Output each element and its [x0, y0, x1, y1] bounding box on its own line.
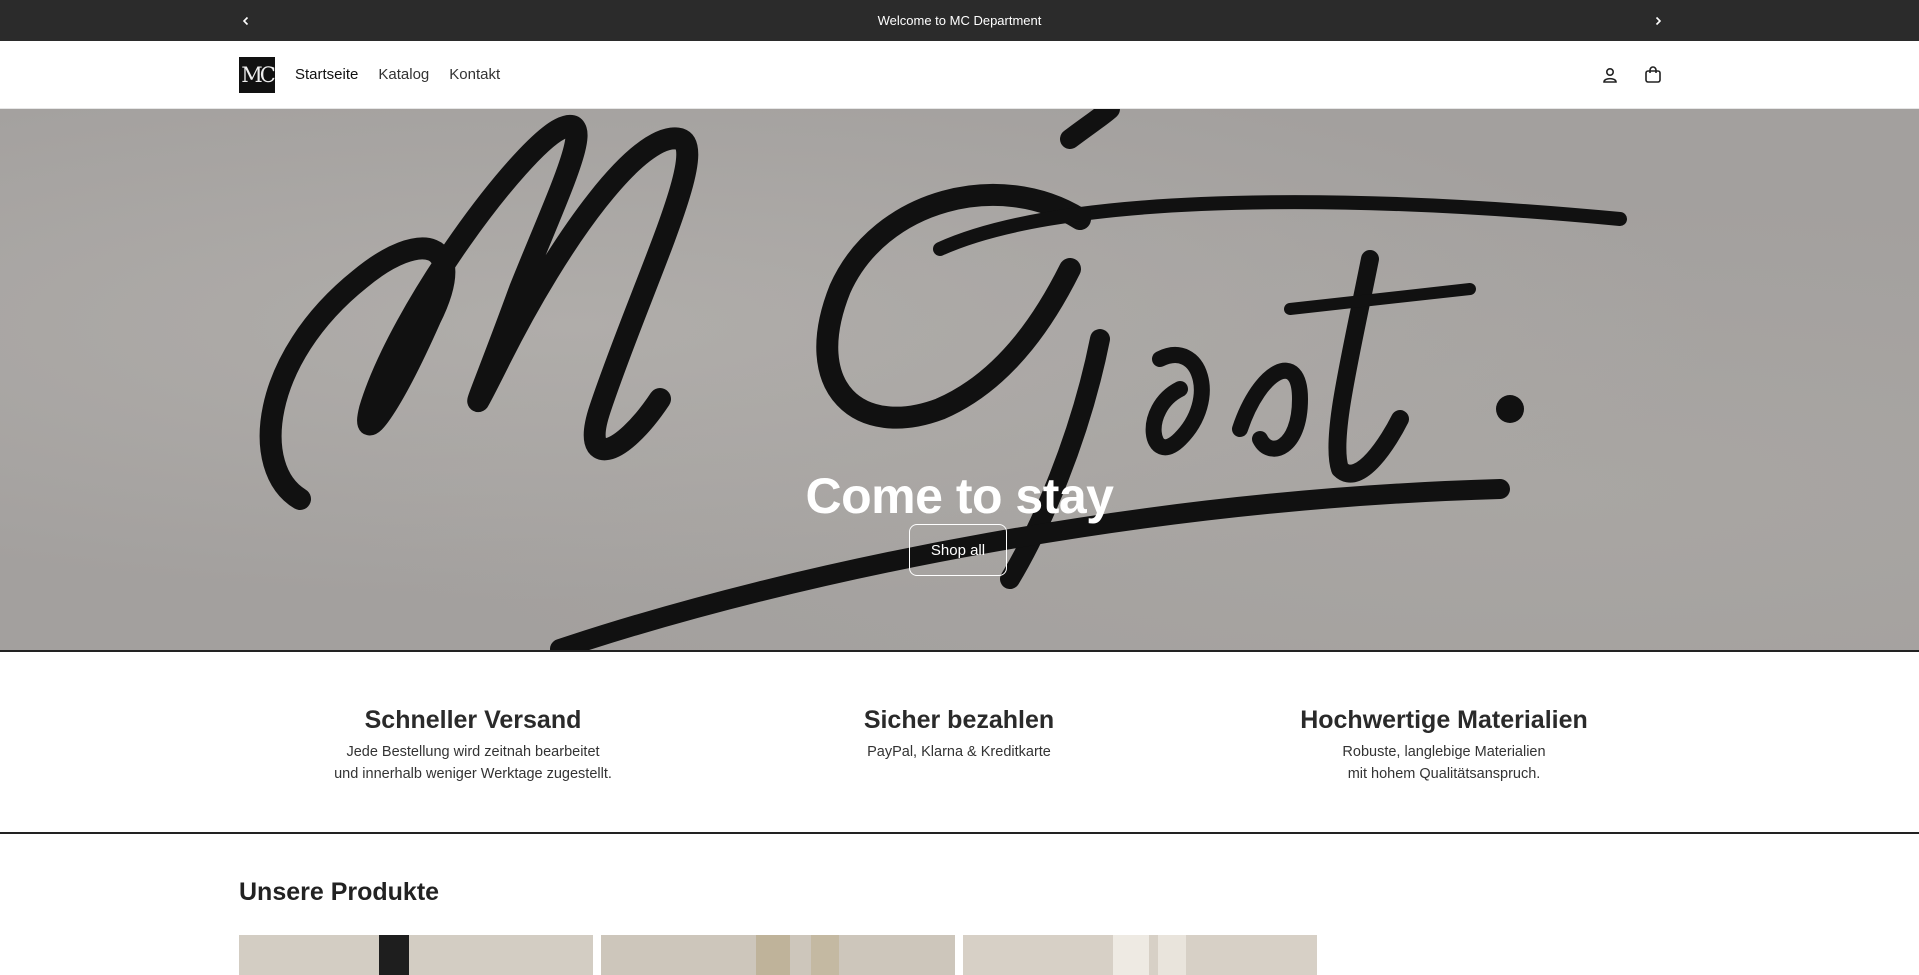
products-title: Unsere Produkte — [239, 878, 440, 906]
product-card[interactable] — [239, 935, 593, 975]
product-image — [756, 935, 790, 975]
product-card[interactable] — [601, 935, 955, 975]
logo[interactable]: MC — [239, 57, 276, 93]
feature-shipping: Schneller Versand Jede Bestellung wird z… — [263, 652, 683, 785]
announcement-bar: Welcome to MC Department — [0, 0, 1919, 41]
feature-text-line1: Jede Bestellung wird zeitnah bearbeitet — [346, 744, 600, 760]
chevron-left-icon[interactable] — [231, 0, 261, 41]
hero-title: Come to stay — [805, 468, 1114, 524]
feature-text-line2: mit hohem Qualitätsanspruch. — [1347, 766, 1541, 782]
shop-all-button[interactable]: Shop all — [909, 524, 1007, 576]
feature-text-line2: und innerhalb weniger Werktage zugestell… — [334, 766, 612, 782]
feature-title: Sicher bezahlen — [863, 706, 1055, 734]
chevron-right-icon[interactable] — [1643, 0, 1673, 41]
feature-materials: Hochwertige Materialien Robuste, langleb… — [1234, 652, 1654, 785]
feature-payment: Sicher bezahlen PayPal, Klarna & Kreditk… — [749, 652, 1169, 763]
product-image — [379, 935, 409, 975]
product-image — [811, 935, 839, 975]
main-nav: Startseite Katalog Kontakt — [295, 41, 500, 108]
product-card[interactable] — [963, 935, 1317, 975]
logo-text: MC — [241, 63, 276, 87]
product-image — [1158, 935, 1186, 975]
account-icon[interactable] — [1601, 66, 1619, 84]
product-image — [1113, 935, 1149, 975]
site-header: MC Startseite Katalog Kontakt — [0, 41, 1919, 109]
features-section: Schneller Versand Jede Bestellung wird z… — [0, 652, 1919, 832]
announcement-text: Welcome to MC Department — [877, 13, 1042, 28]
section-divider — [0, 832, 1919, 834]
feature-text-line1: PayPal, Klarna & Kreditkarte — [867, 744, 1051, 760]
hero-banner: Come to stay Shop all — [0, 109, 1919, 650]
feature-title: Hochwertige Materialien — [1300, 706, 1588, 734]
nav-item-katalog[interactable]: Katalog — [378, 66, 429, 83]
feature-title: Schneller Versand — [364, 706, 582, 734]
nav-item-kontakt[interactable]: Kontakt — [449, 66, 500, 83]
header-icons — [1601, 41, 1663, 108]
nav-item-startseite[interactable]: Startseite — [295, 66, 358, 83]
feature-text-line1: Robuste, langlebige Materialien — [1342, 744, 1546, 760]
cart-icon[interactable] — [1643, 65, 1663, 85]
